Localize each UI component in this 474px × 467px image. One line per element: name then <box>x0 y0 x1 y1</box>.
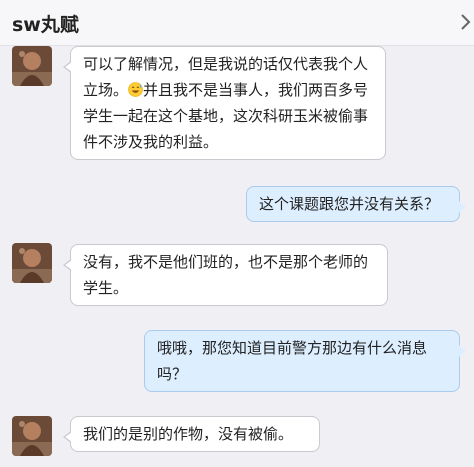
message-text: 我们的是别的作物，没有被偷。 <box>83 425 294 443</box>
contact-avatar[interactable] <box>12 243 52 283</box>
message-bubble-incoming[interactable]: 可以了解情况，但是我说的话仅代表我个人立场。 并且我不是当事人，我们两百多号学生… <box>63 46 386 160</box>
contact-avatar[interactable] <box>12 46 52 86</box>
message-bubble-incoming[interactable]: 没有，我不是他们班的，也不是那个老师的学生。 <box>63 244 388 306</box>
chat-header: sw丸赋 <box>0 0 474 46</box>
chevron-right-icon[interactable] <box>458 12 474 32</box>
contact-avatar[interactable] <box>12 416 52 456</box>
message-text: 没有，我不是他们班的，也不是那个老师的学生。 <box>83 253 369 297</box>
message-bubble-incoming[interactable]: 我们的是别的作物，没有被偷。 <box>63 416 320 452</box>
message-text: 这个课题跟您并没有关系？ <box>259 195 440 213</box>
grinning-sweat-emoji-icon <box>128 82 143 97</box>
chat-title: sw丸赋 <box>12 14 79 36</box>
message-bubble-outgoing[interactable]: 这个课题跟您并没有关系？ <box>246 186 466 222</box>
message-bubble-outgoing[interactable]: 哦哦，那您知道目前警方那边有什么消息吗？ <box>144 330 466 392</box>
message-text: 哦哦，那您知道目前警方那边有什么消息吗？ <box>157 339 428 383</box>
